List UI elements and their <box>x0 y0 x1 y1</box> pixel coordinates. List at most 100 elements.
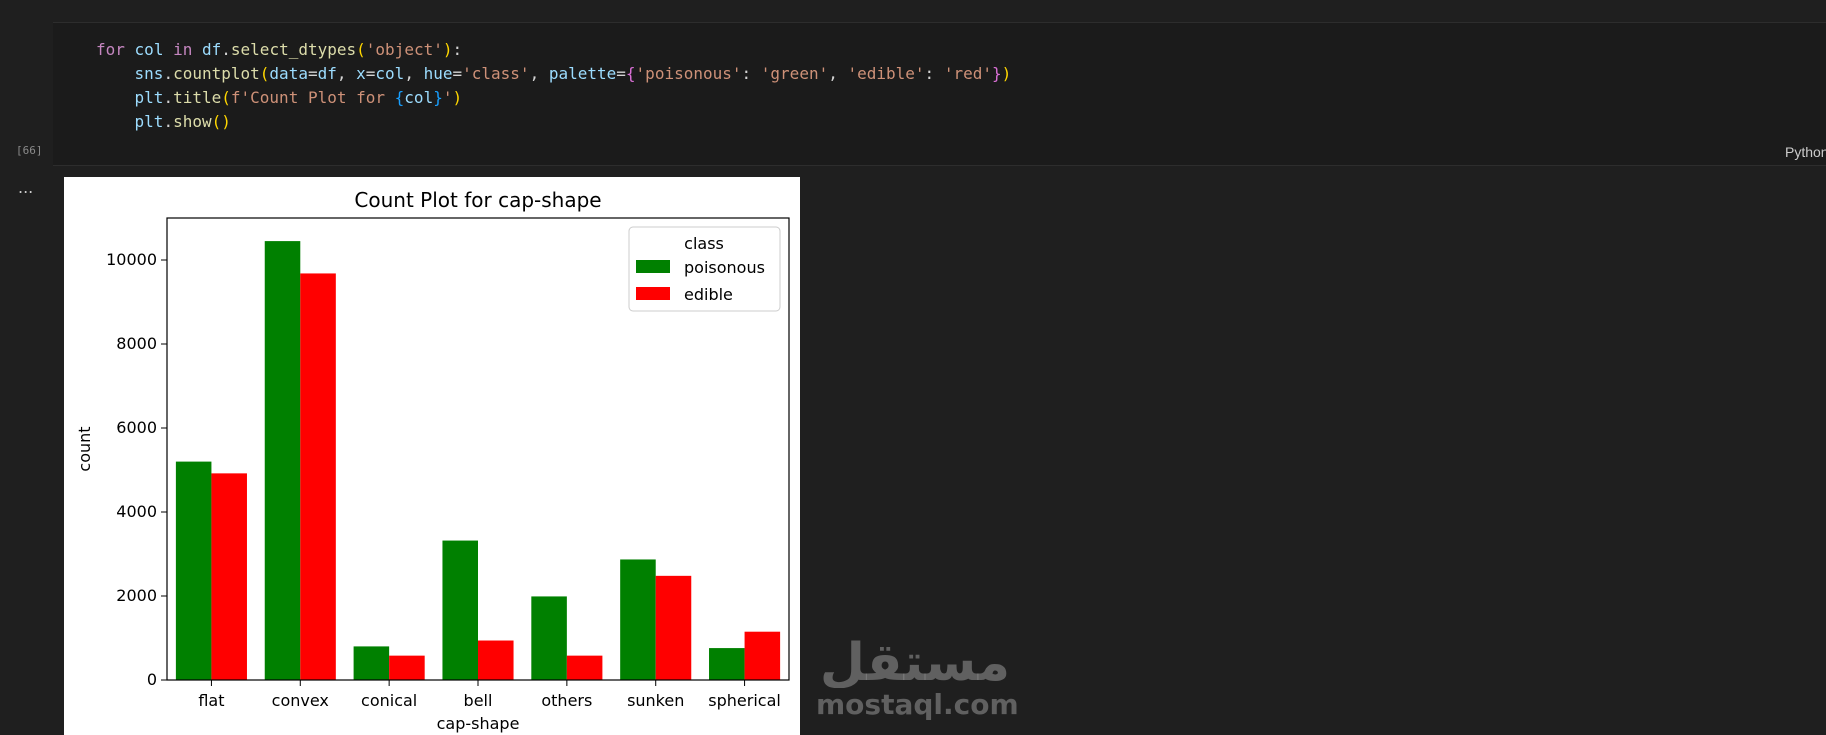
code-token: { <box>394 88 405 107</box>
code-token: ( <box>221 88 231 107</box>
bar-edible-others <box>566 655 603 680</box>
code-token: . <box>163 64 174 83</box>
code-token: col <box>404 88 434 107</box>
code-token: ) <box>452 88 463 107</box>
legend-swatch-poisonous <box>636 260 670 273</box>
code-token: x <box>356 64 366 83</box>
count-plot-chart: Count Plot for cap-shape 0 2000 4000 6000 80… <box>75 188 790 733</box>
legend-label-edible: edible <box>684 285 733 304</box>
code-token: 'poisonous' <box>635 64 742 83</box>
bar-edible-convex <box>300 273 336 680</box>
code-token: data <box>269 64 308 83</box>
x-tick-label: others <box>541 691 592 710</box>
x-tick-label: spherical <box>708 691 781 710</box>
code-token: } <box>991 64 1002 83</box>
code-token: ( <box>356 40 366 59</box>
code-token: : <box>741 64 761 83</box>
x-tick-label: conical <box>361 691 417 710</box>
x-tick-label: sunken <box>627 691 684 710</box>
code-token: countplot <box>173 64 260 83</box>
code-token: show <box>173 112 212 131</box>
code-token: , <box>336 64 357 83</box>
code-token: : <box>452 40 463 59</box>
code-token: 'class' <box>462 64 530 83</box>
code-token: 'red' <box>943 64 992 83</box>
code-token: { <box>625 64 636 83</box>
mostaql-watermark: mostaql.com <box>816 688 1019 721</box>
legend-swatch-edible <box>636 287 670 300</box>
code-token: : <box>924 64 944 83</box>
legend-title: class <box>684 234 724 253</box>
code-token: ) <box>1001 64 1012 83</box>
code-token: . <box>163 88 174 107</box>
y-tick-label: 4000 <box>116 502 157 521</box>
code-token: , <box>529 64 549 83</box>
code-token: () <box>211 112 231 131</box>
x-tick-label: flat <box>198 691 224 710</box>
bar-poisonous-flat <box>175 461 212 680</box>
code-editor[interactable]: for col in df.select_dtypes('object'): s… <box>96 38 1011 134</box>
code-token: for <box>96 40 125 59</box>
bar-edible-bell <box>478 640 514 680</box>
y-tick-label: 8000 <box>116 334 157 353</box>
legend-label-poisonous: poisonous <box>684 258 765 277</box>
code-line[interactable]: plt.title(f'Count Plot for {col}') <box>96 86 1011 110</box>
chart-legend: class poisonous edible <box>628 226 781 312</box>
code-token: title <box>173 88 222 107</box>
bar-poisonous-conical <box>353 646 390 680</box>
y-tick-label: 0 <box>147 670 157 689</box>
output-plot: Count Plot for cap-shape 0 2000 4000 6000 80… <box>64 177 800 735</box>
bar-edible-sunken <box>655 575 692 680</box>
bar-poisonous-bell <box>442 540 478 680</box>
code-token: select_dtypes <box>230 40 357 59</box>
code-token: 'green' <box>760 64 829 83</box>
code-line[interactable]: sns.countplot(data=df, x=col, hue='class… <box>96 62 1012 86</box>
svg-text:مستقل: مستقل <box>820 633 1010 688</box>
code-token: . <box>221 40 231 59</box>
code-token: = <box>616 64 626 83</box>
bar-edible-conical <box>389 655 425 680</box>
bar-poisonous-convex <box>264 241 301 680</box>
y-axis-label: count <box>75 426 94 471</box>
y-tick-label: 6000 <box>116 418 157 437</box>
mostaql-logo-icon: مستقل <box>820 633 1010 688</box>
x-tick-label: bell <box>464 691 493 710</box>
bar-poisonous-others <box>531 596 567 680</box>
code-token: . <box>163 112 174 131</box>
code-token: } <box>433 88 443 107</box>
execution-count: [66] <box>16 144 43 157</box>
code-token: = <box>452 64 463 83</box>
code-token: = <box>365 64 376 83</box>
bar-edible-flat <box>211 473 247 680</box>
code-token: 'object' <box>365 40 443 59</box>
bar-poisonous-sunken <box>620 559 656 680</box>
code-token: 'edible' <box>847 64 925 83</box>
code-line[interactable]: for col in df.select_dtypes('object'): <box>96 38 1011 62</box>
cell-language-label[interactable]: Python <box>1785 144 1826 160</box>
output-more-icon[interactable]: ... <box>18 178 33 197</box>
bar-poisonous-spherical <box>709 648 745 680</box>
code-token: f'Count Plot for <box>230 88 395 107</box>
code-token: plt <box>134 112 164 131</box>
code-token: col <box>375 64 405 83</box>
chart-title: Count Plot for cap-shape <box>354 188 601 212</box>
code-token: , <box>828 64 848 83</box>
y-tick-label: 2000 <box>116 586 157 605</box>
code-token: df <box>317 64 337 83</box>
code-token: in <box>173 40 193 59</box>
code-token: ( <box>259 64 270 83</box>
code-token: col <box>134 40 164 59</box>
x-axis-label: cap-shape <box>437 714 520 733</box>
code-token: hue <box>423 64 453 83</box>
x-tick-label: convex <box>272 691 329 710</box>
code-token: sns <box>134 64 164 83</box>
code-token: palette <box>548 64 617 83</box>
code-token: plt <box>134 88 164 107</box>
code-line[interactable]: plt.show() <box>96 110 1011 134</box>
bar-edible-spherical <box>744 631 781 680</box>
